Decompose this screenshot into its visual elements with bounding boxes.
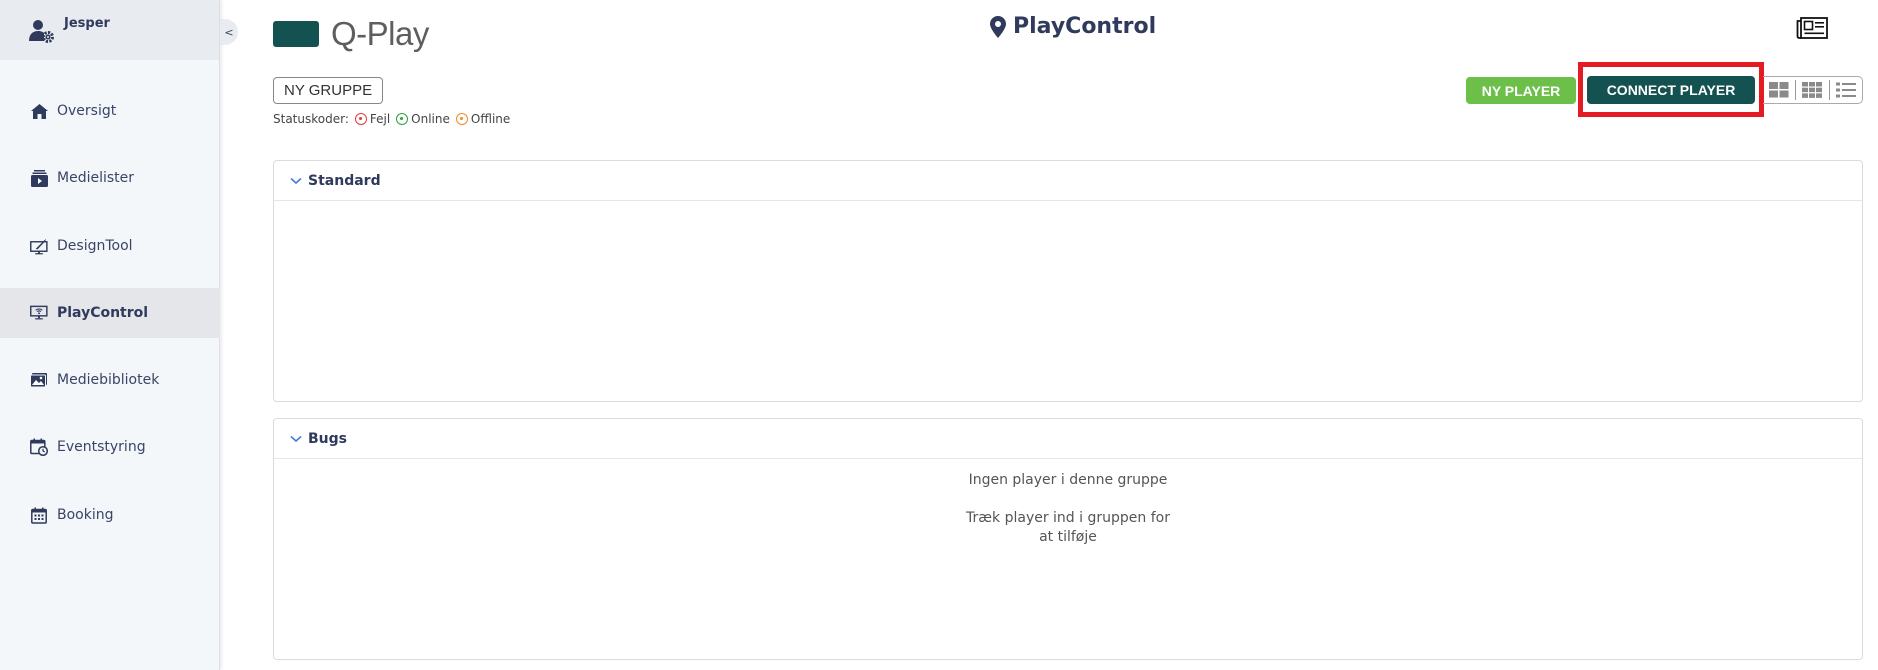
list-icon[interactable] [1830,78,1862,102]
newspaper-icon[interactable] [1796,17,1828,39]
empty-message: Ingen player i denne gruppe [968,472,1168,488]
sidebar-item-label: Medielister [57,170,135,186]
small-grid-icon[interactable] [1796,78,1828,102]
new-group-button[interactable]: NY GRUPPE [273,77,384,104]
screen-wifi-icon [30,304,48,322]
sidebar-item-medielister[interactable]: Medielister [0,153,220,203]
chevron-down-icon [290,177,302,184]
sidebar-item-booking[interactable]: Booking [0,490,220,540]
group-empty-state[interactable]: Ingen player i denne gruppe Træk player … [274,471,1862,547]
empty-hint-line2: at tilføje [1039,529,1097,545]
sidebar-item-label: PlayControl [57,305,149,321]
sidebar-item-oversigt[interactable]: Oversigt [0,86,220,136]
connect-player-button[interactable]: CONNECT PLAYER [1587,76,1755,104]
offline-status-icon [455,113,468,125]
calendar-icon [30,506,48,524]
sidebar-item-designtool[interactable]: DesignTool [0,221,220,271]
group-panel-standard: Standard [273,160,1863,402]
view-mode-toggle [1763,76,1863,104]
logo-mark [273,21,319,47]
media-list-icon [30,169,48,187]
status-label-online: Online [411,112,450,126]
sidebar-item-eventstyring[interactable]: Eventstyring [0,422,220,472]
design-tool-icon [30,237,48,255]
group-drop-area[interactable] [274,201,1862,401]
user-name: Jesper [64,16,110,31]
group-header[interactable]: Bugs [274,419,1862,459]
group-header[interactable]: Standard [274,161,1862,201]
sidebar-item-label: Oversigt [57,103,117,119]
logo: Q-Play [273,15,429,53]
page-heading: PlayControl [990,14,1156,39]
logo-text: Q-Play [331,15,429,52]
status-legend: Statuskoder: Fejl Online Offline [273,112,510,126]
map-pin-icon [990,15,1006,38]
new-player-button[interactable]: NY PLAYER [1466,77,1576,104]
page-title: PlayControl [1013,14,1157,39]
calendar-clock-icon [30,438,48,456]
sidebar-item-playcontrol[interactable]: PlayControl [0,288,220,338]
online-status-icon [396,113,409,125]
sidebar-item-label: Mediebibliotek [57,372,160,388]
sidebar-collapse-button[interactable]: < [220,19,238,45]
chevron-down-icon [290,435,302,442]
status-legend-label: Statuskoder: [273,112,349,126]
error-status-icon [354,113,367,125]
sidebar-item-label: Booking [57,507,114,523]
group-panel-bugs: Bugs Ingen player i denne gruppe Træk pl… [273,418,1863,660]
sidebar-item-label: DesignTool [57,238,133,254]
large-grid-icon[interactable] [1763,78,1795,102]
sidebar: Jesper Oversigt Medielister DesignTool P… [0,0,220,670]
image-library-icon [30,371,48,389]
group-title: Standard [308,172,381,189]
user-gear-icon [29,20,54,43]
user-block[interactable]: Jesper [0,0,219,60]
sidebar-item-mediebibliotek[interactable]: Mediebibliotek [0,355,220,405]
status-label-offline: Offline [470,112,511,126]
home-icon [30,102,48,120]
group-title: Bugs [308,430,347,447]
sidebar-item-label: Eventstyring [57,439,146,455]
empty-hint-line1: Træk player ind i gruppen for [966,510,1170,526]
status-label-error: Fejl [369,112,391,126]
